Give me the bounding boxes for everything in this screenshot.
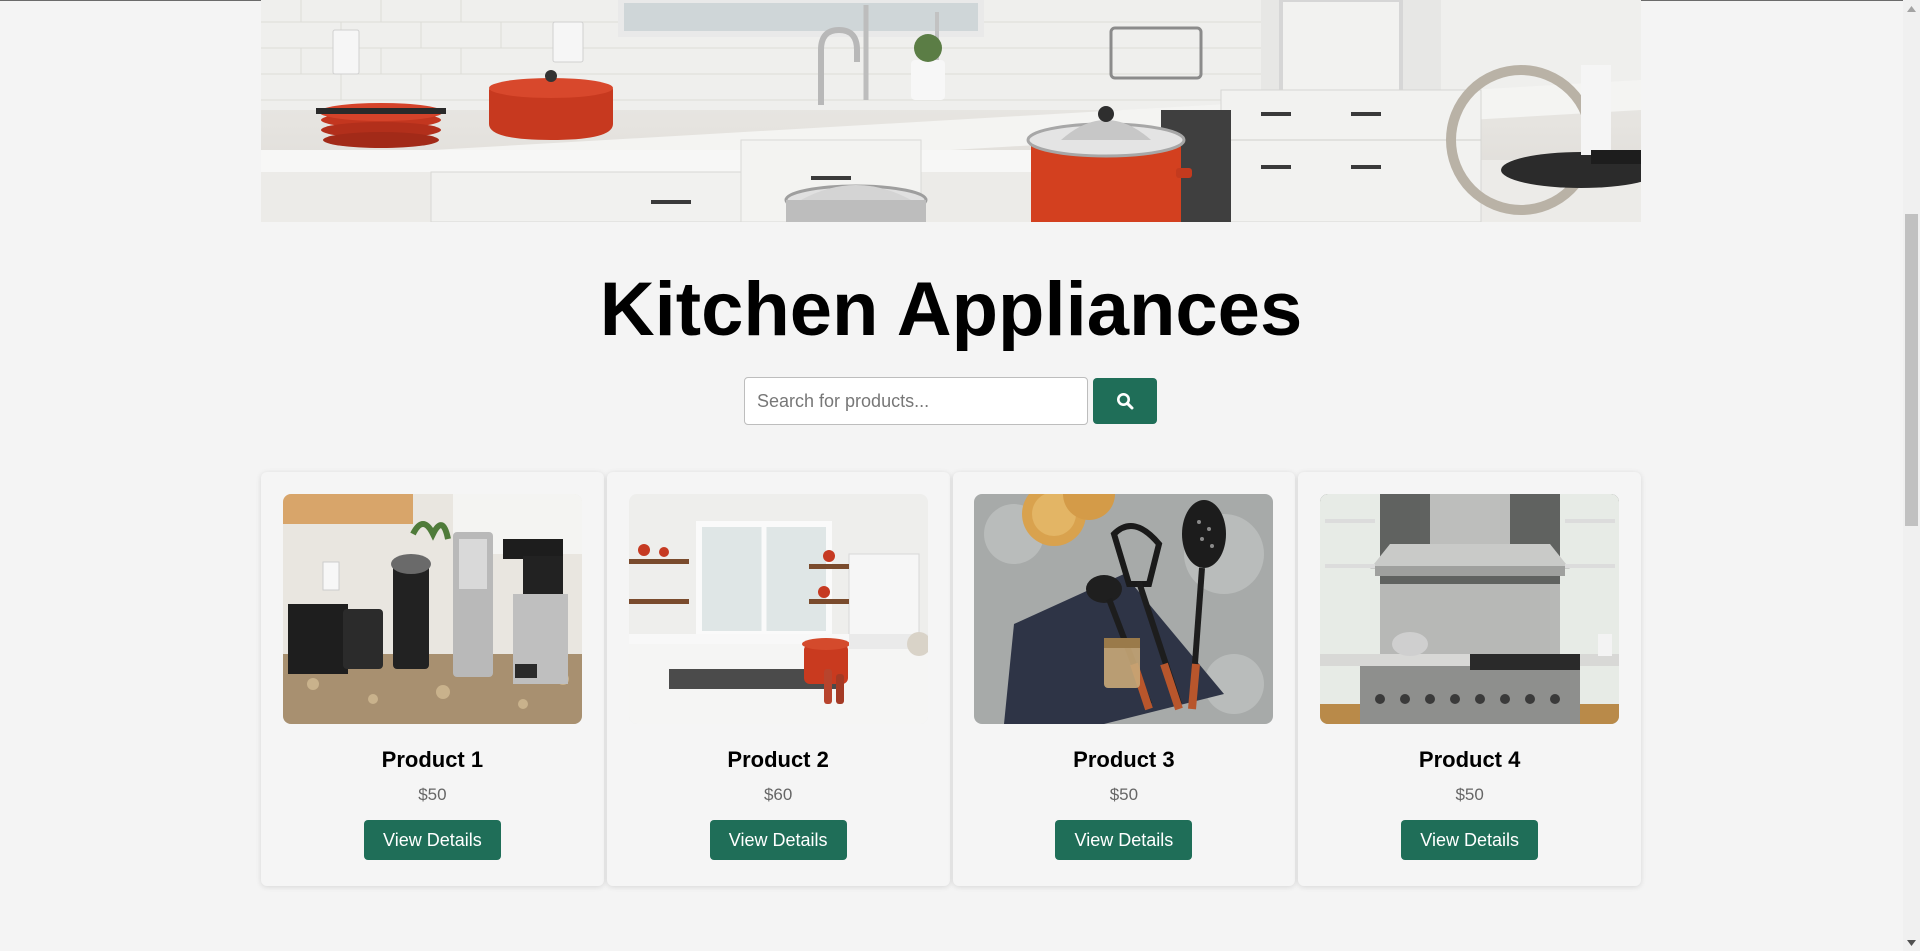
search-icon <box>1117 393 1134 410</box>
product-title: Product 3 <box>1073 747 1175 772</box>
product-title: Product 2 <box>727 747 829 772</box>
search-button[interactable] <box>1093 378 1157 424</box>
kitchen-hero-illustration <box>261 0 1641 222</box>
vertical-scrollbar[interactable] <box>1903 0 1920 951</box>
view-details-button[interactable]: View Details <box>1401 820 1539 860</box>
product-card: Product 2 $60 View Details <box>606 472 950 886</box>
search-bar <box>744 377 1157 425</box>
scroll-up-arrow-icon[interactable] <box>1903 0 1920 17</box>
view-details-button[interactable]: View Details <box>363 820 501 860</box>
browser-viewport: Kitchen Appliances Search for products..… <box>0 0 1920 951</box>
view-details-button[interactable]: View Details <box>709 820 847 860</box>
product-title: Product 1 <box>381 747 484 772</box>
product-title: Product 4 <box>1418 747 1521 772</box>
scrollbar-thumb[interactable] <box>1905 214 1918 526</box>
product-price: $60 <box>763 785 793 804</box>
product-card: Product 4 $50 View Details <box>1298 472 1641 886</box>
kitchen-island-image[interactable] <box>628 494 928 724</box>
hero-banner-image <box>261 0 1641 222</box>
product-price: $50 <box>1109 785 1139 804</box>
scroll-down-arrow-icon[interactable] <box>1903 934 1920 951</box>
product-card: Product 3 $50 View Details <box>952 472 1296 886</box>
page-title: Kitchen Appliances <box>599 267 1303 352</box>
search-input[interactable] <box>744 377 1088 425</box>
product-price: $50 <box>418 785 447 804</box>
product-price: $50 <box>1455 785 1484 804</box>
product-grid: Product 1 $50 View Details Product 2 $60… <box>261 472 1641 886</box>
coffee-machines-image[interactable] <box>282 494 582 724</box>
cooking-utensils-image[interactable] <box>974 494 1274 724</box>
product-card: Product 1 $50 View Details <box>261 472 604 886</box>
stove-hood-image[interactable] <box>1320 494 1620 724</box>
view-details-button[interactable]: View Details <box>1055 820 1193 860</box>
page-content: Kitchen Appliances Search for products..… <box>0 0 1903 951</box>
